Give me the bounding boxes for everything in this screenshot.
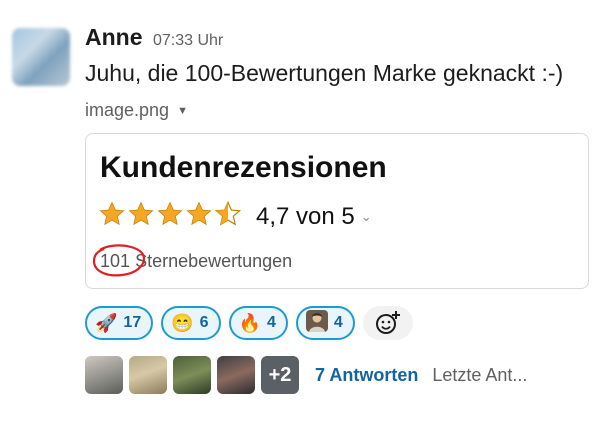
reply-avatar: [217, 356, 255, 394]
caret-down-icon[interactable]: ▼: [177, 105, 188, 117]
message-timestamp[interactable]: 07:33 Uhr: [153, 32, 223, 49]
reply-avatar: [129, 356, 167, 394]
reaction-count: 4: [266, 314, 276, 331]
author-name[interactable]: Anne: [85, 24, 143, 50]
review-count: 101: [100, 251, 131, 271]
star-full-icon: [186, 201, 212, 226]
reaction-count: 4: [333, 314, 343, 331]
attachment-title: Kundenrezensionen: [100, 151, 387, 184]
fire-icon: 🔥: [238, 313, 261, 333]
review-label: Sternebewertungen: [135, 251, 293, 271]
message-text: Juhu, die 100-Bewertungen Marke geknackt…: [85, 60, 564, 86]
rating-text: 4,7 von 5: [256, 203, 355, 230]
chevron-down-icon[interactable]: ⌄: [361, 209, 372, 225]
reply-avatar: [85, 356, 123, 394]
add-emoji-icon: [375, 311, 400, 334]
add-reaction-button[interactable]: [362, 306, 413, 340]
reaction-fire[interactable]: 🔥 4: [228, 306, 288, 340]
thread-summary[interactable]: +2 7 Antworten Letzte Ant...: [85, 356, 527, 394]
reaction-count: 6: [199, 314, 209, 331]
avatar[interactable]: [12, 28, 70, 86]
star-half-icon: [214, 200, 242, 226]
reaction-grin[interactable]: 😁 6: [161, 306, 221, 340]
grinning-face-icon: 😁: [171, 313, 194, 333]
person-emoji-icon: [305, 309, 328, 337]
star-full-icon: [99, 201, 125, 226]
more-avatars-badge: +2: [261, 356, 299, 394]
reaction-rocket[interactable]: 🚀 17: [85, 306, 154, 340]
last-reply-text: Letzte Ant...: [432, 364, 528, 385]
replies-link[interactable]: 7 Antworten: [315, 365, 418, 386]
star-full-icon: [128, 201, 154, 226]
review-count-row: 101 Sternebewertungen: [92, 244, 293, 277]
file-name-row[interactable]: image.png ▼: [85, 100, 188, 121]
reaction-bar: 🚀 17 😁 6 🔥 4 4: [85, 306, 413, 340]
rocket-icon: 🚀: [95, 313, 118, 333]
image-attachment[interactable]: Kundenrezensionen 4,7 von 5 ⌄ 101 Sterne…: [85, 133, 589, 289]
message-header: Anne 07:33 Uhr: [85, 24, 223, 51]
reaction-count: 17: [123, 314, 142, 331]
file-name[interactable]: image.png: [85, 100, 169, 121]
rating-summary[interactable]: 4,7 von 5 ⌄: [256, 203, 372, 231]
star-full-icon: [157, 201, 183, 226]
reply-avatar: [173, 356, 211, 394]
reaction-person[interactable]: 4: [295, 306, 355, 340]
star-rating: [98, 200, 242, 228]
